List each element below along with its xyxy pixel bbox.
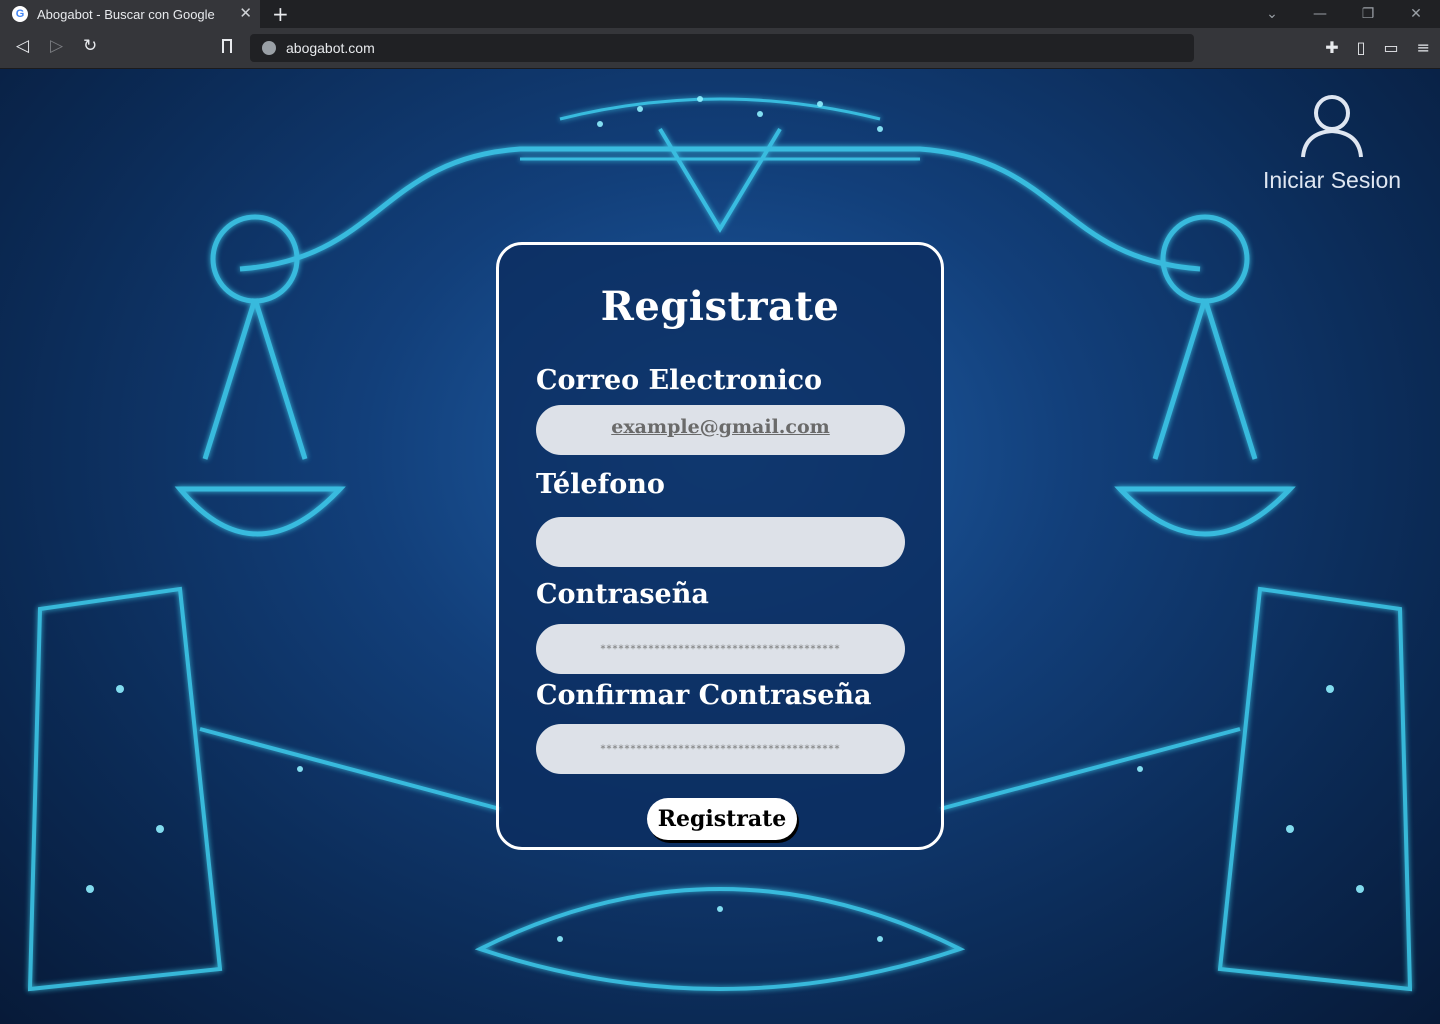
google-icon: G — [12, 6, 28, 22]
login-link[interactable]: Iniciar Sesion — [1254, 91, 1410, 194]
window-controls: ⌄ — ❐ ✕ — [1248, 0, 1440, 28]
register-button[interactable]: Registrate — [647, 798, 797, 840]
restore-button[interactable]: ❐ — [1344, 0, 1392, 28]
tab-title: Abogabot - Buscar con Google — [37, 6, 215, 22]
close-tab-icon[interactable]: ✕ — [239, 4, 252, 22]
minimize-button[interactable]: — — [1296, 0, 1344, 28]
forward-icon[interactable]: ▷ — [50, 36, 63, 56]
tab-search-button[interactable]: ⌄ — [1248, 0, 1296, 28]
reload-icon[interactable]: ↻ — [83, 36, 97, 56]
register-card: Registrate Correo Electronico Télefono C… — [496, 242, 944, 850]
back-icon[interactable]: ◁ — [16, 36, 29, 56]
browser-toolbar: ◁ ▷ ↻ abogabot.com ✚ ▯ ▭ ≡ — [0, 28, 1440, 69]
password-label: Contraseña — [536, 579, 709, 610]
email-field[interactable] — [536, 405, 905, 455]
side-panel-icon[interactable]: ▯ — [1357, 38, 1366, 57]
bookmark-icon[interactable] — [222, 39, 232, 53]
password-field[interactable] — [536, 624, 905, 674]
email-label: Correo Electronico — [536, 365, 823, 396]
phone-field[interactable] — [536, 517, 905, 567]
page-viewport: Iniciar Sesion Registrate Correo Electro… — [0, 69, 1440, 1024]
new-tab-button[interactable]: + — [272, 2, 289, 26]
site-info-icon[interactable] — [262, 41, 276, 55]
form-title: Registrate — [600, 283, 840, 330]
toolbar-actions: ✚ ▯ ▭ ≡ — [1325, 38, 1430, 57]
extensions-icon[interactable]: ✚ — [1325, 38, 1338, 57]
address-bar[interactable]: abogabot.com — [250, 34, 1194, 62]
browser-tab[interactable]: G Abogabot - Buscar con Google ✕ — [0, 0, 260, 28]
menu-icon[interactable]: ≡ — [1417, 38, 1430, 57]
login-label: Iniciar Sesion — [1262, 167, 1402, 193]
wallet-icon[interactable]: ▭ — [1383, 38, 1398, 57]
browser-tab-strip: G Abogabot - Buscar con Google ✕ + ⌄ — ❐… — [0, 0, 1440, 28]
confirm-password-field[interactable] — [536, 724, 905, 774]
user-icon — [1254, 91, 1410, 159]
url-text: abogabot.com — [286, 40, 375, 56]
phone-label: Télefono — [536, 469, 665, 500]
confirm-password-label: Confirmar Contraseña — [536, 680, 872, 711]
close-window-button[interactable]: ✕ — [1392, 0, 1440, 28]
